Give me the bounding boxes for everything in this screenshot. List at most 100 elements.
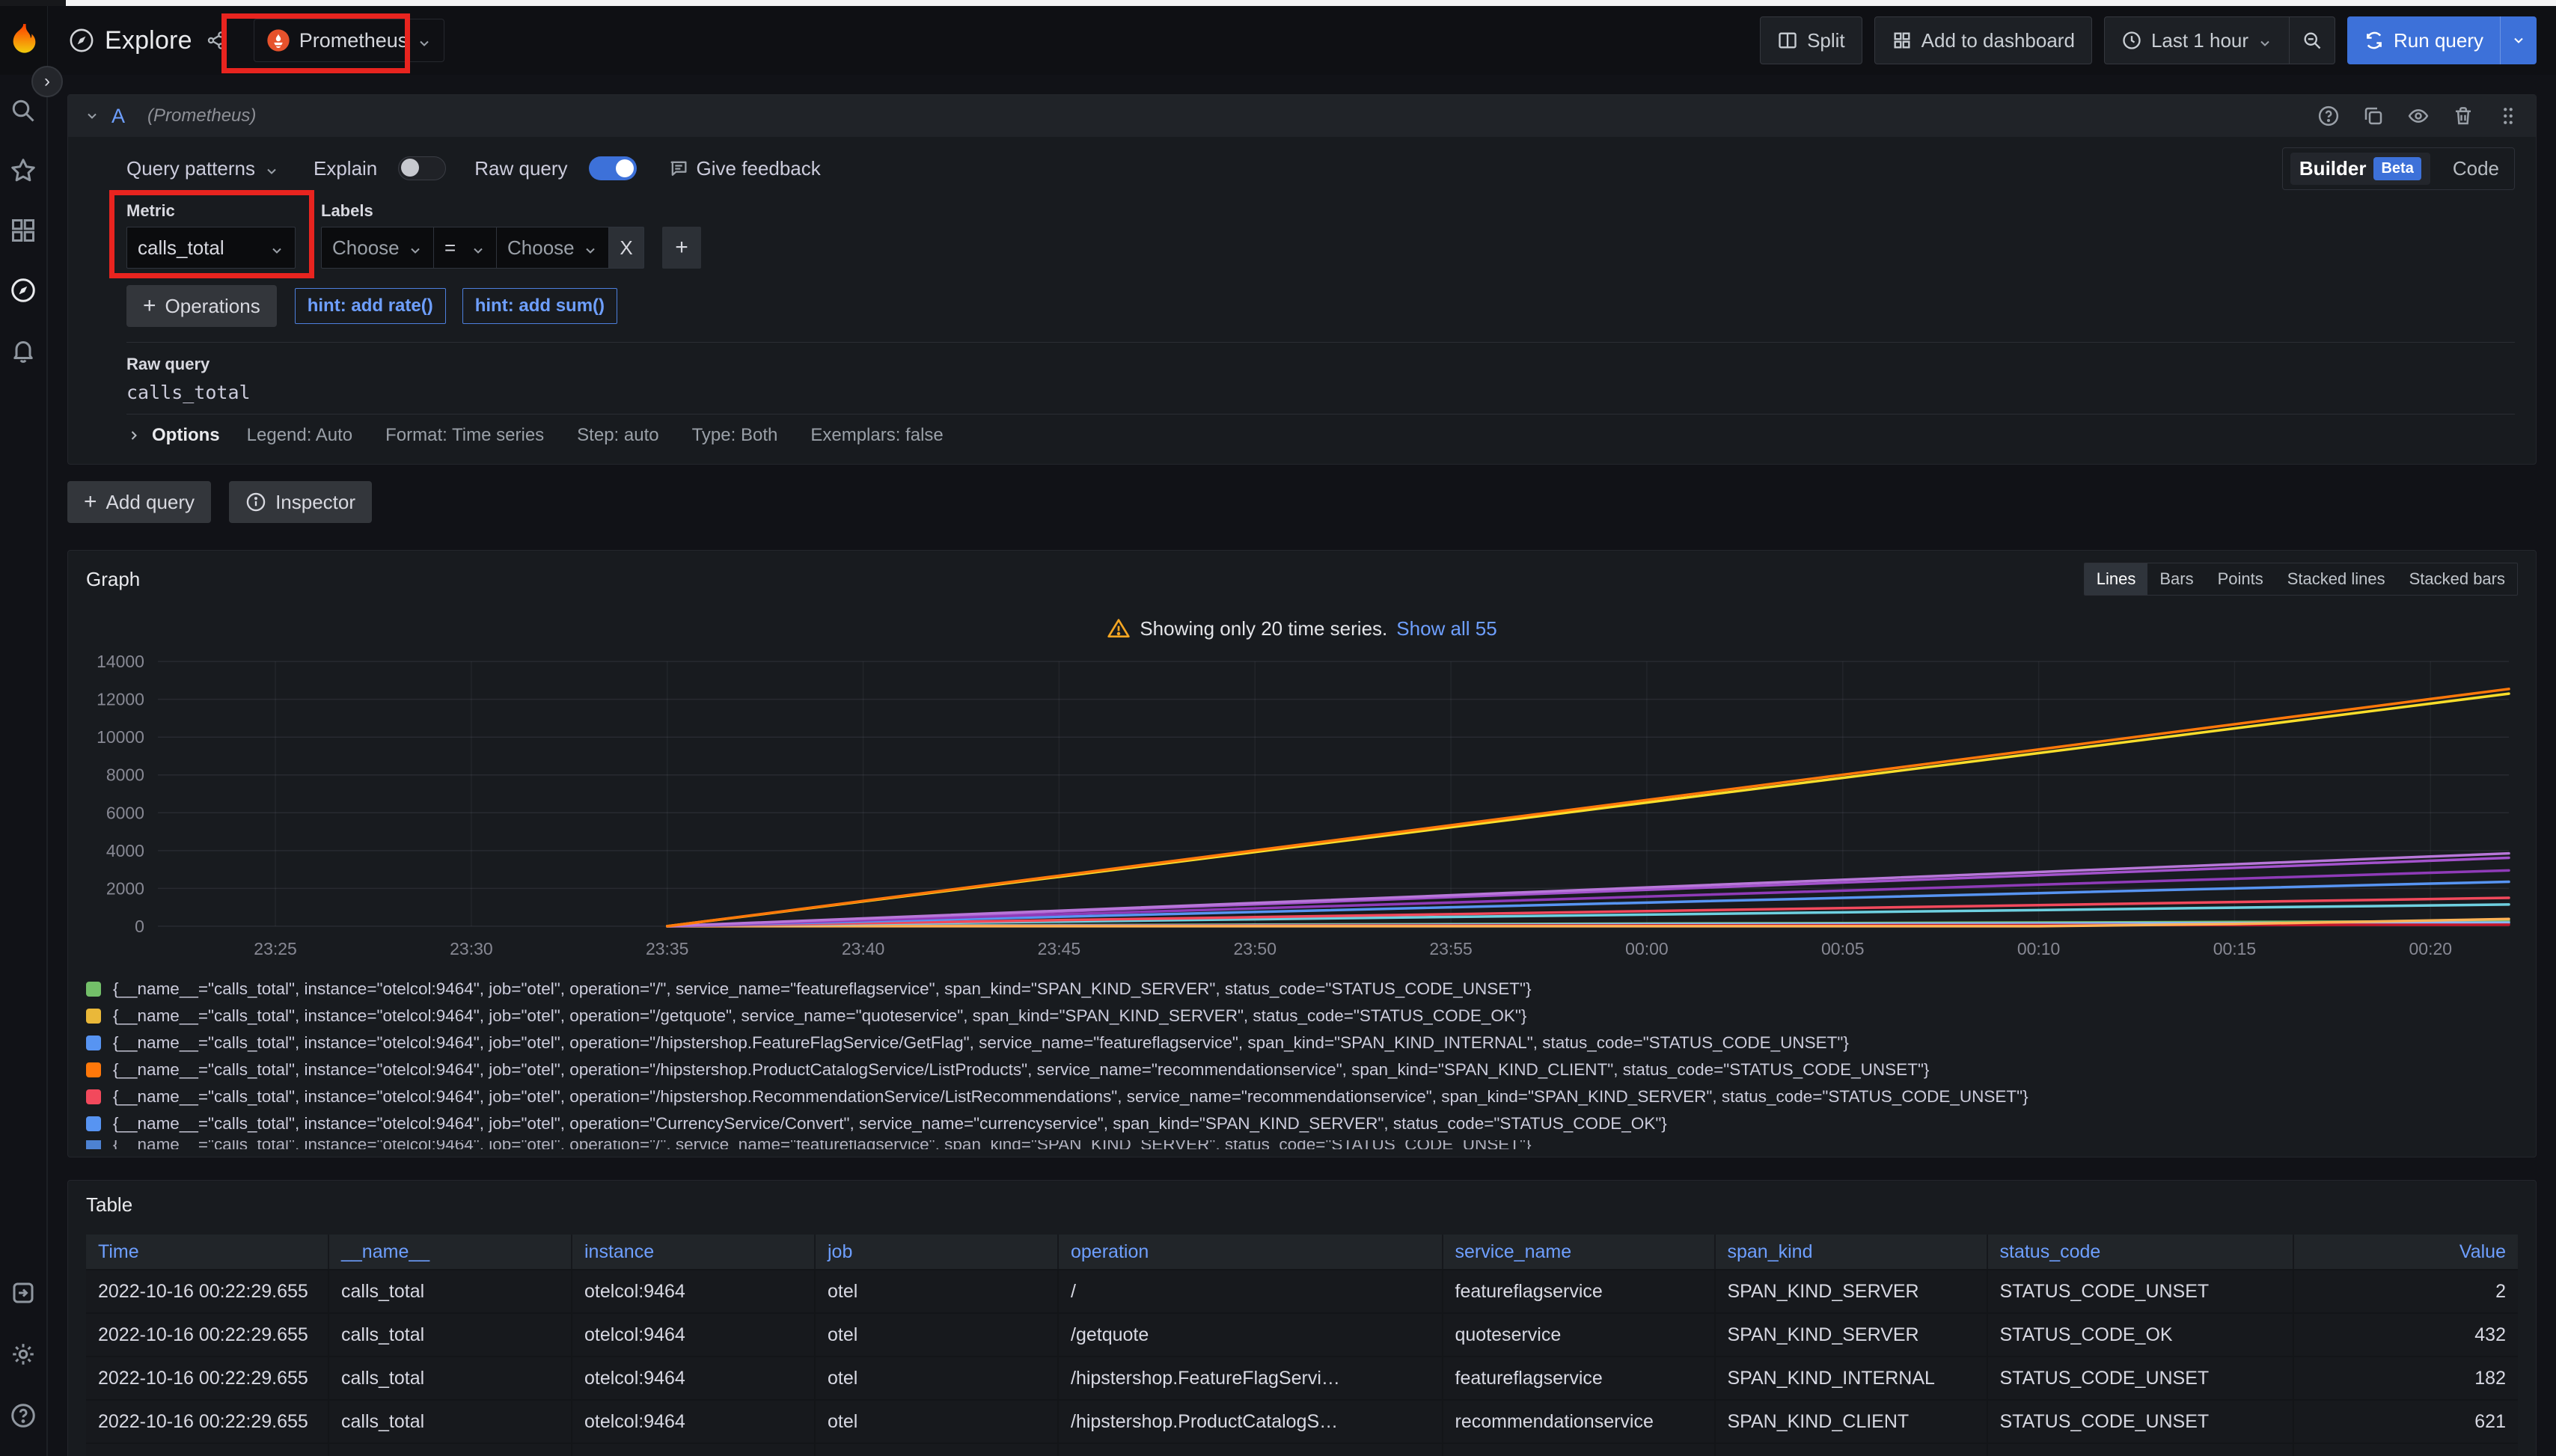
collapse-chevron-icon[interactable] [85, 108, 100, 123]
query-datasource-hint: (Prometheus) [147, 105, 256, 126]
grafana-logo[interactable] [0, 6, 47, 75]
time-series-chart[interactable]: 0200040006000800010000120001400023:2523:… [86, 651, 2518, 965]
explain-toggle[interactable] [398, 156, 446, 180]
cell-value: 621 [2294, 1443, 2518, 1456]
hide-response-eye-icon[interactable] [2407, 105, 2430, 127]
cell-instance: otelcol:9464 [572, 1269, 816, 1312]
sync-icon [2364, 30, 2385, 51]
query-option-summary: Format: Time series [385, 425, 544, 446]
svg-text:23:50: 23:50 [1233, 939, 1276, 958]
metric-select[interactable]: calls_total [126, 227, 296, 269]
dashboard-grid-icon [1892, 30, 1913, 51]
column-header-operation[interactable]: operation [1059, 1235, 1443, 1269]
legend-item-3[interactable]: {__name__="calls_total", instance="otelc… [86, 1056, 2518, 1083]
run-query-dropdown[interactable] [2500, 16, 2537, 64]
legend-item-2[interactable]: {__name__="calls_total", instance="otelc… [86, 1030, 2518, 1056]
label-value-select[interactable]: Choose [496, 227, 608, 269]
run-query-button[interactable]: Run query [2347, 16, 2537, 64]
time-range-picker[interactable]: Last 1 hour [2104, 16, 2290, 64]
label-operator-select[interactable]: = [433, 227, 496, 269]
dashboards-icon[interactable] [10, 217, 37, 244]
cell-service_name: quoteservice [1443, 1312, 1716, 1356]
sidebar-expand-button[interactable]: › [31, 66, 63, 97]
graph-mode-points[interactable]: Points [2206, 563, 2275, 595]
remove-query-trash-icon[interactable] [2452, 105, 2474, 127]
query-row-header[interactable]: A (Prometheus) [68, 95, 2536, 137]
zoom-out-icon [2302, 30, 2323, 51]
label-key-select[interactable]: Choose [321, 227, 433, 269]
explore-compass-icon[interactable] [10, 277, 37, 304]
cell-operation: / [1059, 1269, 1443, 1312]
query-ref-id: A [111, 105, 125, 128]
legend-item-1[interactable]: {__name__="calls_total", instance="otelc… [86, 1003, 2518, 1030]
graph-mode-bars[interactable]: Bars [2147, 563, 2205, 595]
query-option-summary: Step: auto [577, 425, 658, 446]
zoom-out-time-button[interactable] [2290, 16, 2335, 64]
sign-in-icon[interactable] [10, 1279, 37, 1306]
raw-query-heading: Raw query [126, 355, 2515, 374]
add-operation-button[interactable]: + Operations [126, 285, 277, 327]
cell-__name__: calls_total [329, 1356, 572, 1399]
cell-span_kind: SPAN_KIND_INTERNAL [1716, 1356, 1988, 1399]
chevron-down-icon [417, 33, 432, 48]
query-help-icon[interactable] [2317, 105, 2340, 127]
column-header-service_name[interactable]: service_name [1443, 1235, 1716, 1269]
table-row-4: 2022-10-16 00:22:29.655calls_totalotelco… [86, 1443, 2518, 1456]
graph-mode-lines[interactable]: Lines [2085, 563, 2148, 595]
give-feedback-link[interactable]: Give feedback [668, 157, 821, 180]
settings-gear-icon[interactable] [10, 1341, 37, 1368]
datasource-picker[interactable]: Prometheus [254, 19, 445, 62]
add-query-button[interactable]: + Add query [67, 481, 211, 523]
column-header-status_code[interactable]: status_code [1988, 1235, 2295, 1269]
cell-time: 2022-10-16 00:22:29.655 [86, 1356, 329, 1399]
legend-item-4[interactable]: {__name__="calls_total", instance="otelc… [86, 1083, 2518, 1110]
svg-text:00:00: 00:00 [1625, 939, 1668, 958]
svg-text:00:05: 00:05 [1821, 939, 1864, 958]
svg-text:12000: 12000 [97, 690, 144, 709]
share-icon[interactable] [206, 30, 227, 51]
add-to-dashboard-button[interactable]: Add to dashboard [1874, 16, 2092, 64]
options-collapse-toggle[interactable]: Options [152, 425, 220, 446]
builder-mode-button[interactable]: Builder Beta [2290, 153, 2430, 185]
alerting-bell-icon[interactable] [10, 337, 37, 364]
cell-span_kind: SPAN_KIND_SERVER [1716, 1269, 1988, 1312]
query-editor-panel: A (Prometheus) Query [67, 94, 2537, 465]
remove-label-filter-button[interactable]: X [608, 227, 644, 269]
query-hint-button-1[interactable]: hint: add sum() [462, 288, 617, 324]
drag-handle-icon[interactable] [2497, 105, 2519, 127]
legend-item-partial[interactable]: {__name__="calls_total", instance="otelc… [86, 1140, 2518, 1149]
help-icon[interactable] [10, 1402, 37, 1429]
starred-icon[interactable] [10, 157, 37, 184]
query-hint-button-0[interactable]: hint: add rate() [295, 288, 446, 324]
split-icon [1777, 30, 1798, 51]
query-patterns-dropdown[interactable]: Query patterns [126, 157, 285, 180]
cell-service_name: recommendationservice [1443, 1399, 1716, 1443]
show-all-series-link[interactable]: Show all 55 [1396, 617, 1496, 640]
legend-item-0[interactable]: {__name__="calls_total", instance="otelc… [86, 976, 2518, 1003]
column-header-__name__[interactable]: __name__ [329, 1235, 572, 1269]
add-label-filter-button[interactable]: + [662, 227, 701, 269]
legend-swatch [86, 1009, 101, 1024]
svg-text:23:55: 23:55 [1429, 939, 1472, 958]
table-panel-title: Table [86, 1193, 132, 1217]
legend-label: {__name__="calls_total", instance="otelc… [113, 979, 1532, 999]
column-header-job[interactable]: job [816, 1235, 1059, 1269]
table-row-3: 2022-10-16 00:22:29.655calls_totalotelco… [86, 1399, 2518, 1443]
column-header-time[interactable]: Time [86, 1235, 329, 1269]
beta-badge: Beta [2373, 157, 2421, 180]
raw-query-toggle[interactable] [589, 156, 637, 180]
duplicate-query-icon[interactable] [2362, 105, 2385, 127]
search-icon[interactable] [10, 97, 37, 124]
inspector-button[interactable]: Inspector [229, 481, 372, 523]
column-header-span_kind[interactable]: span_kind [1716, 1235, 1988, 1269]
table-row-2: 2022-10-16 00:22:29.655calls_totalotelco… [86, 1356, 2518, 1399]
column-header-instance[interactable]: instance [572, 1235, 816, 1269]
code-mode-button[interactable]: Code [2445, 157, 2507, 180]
graph-mode-stacked-lines[interactable]: Stacked lines [2275, 563, 2397, 595]
split-button[interactable]: Split [1760, 16, 1862, 64]
graph-mode-stacked-bars[interactable]: Stacked bars [2397, 563, 2517, 595]
cell-instance: otelcol:9464 [572, 1312, 816, 1356]
legend-item-5[interactable]: {__name__="calls_total", instance="otelc… [86, 1110, 2518, 1137]
column-header-value[interactable]: Value [2294, 1235, 2518, 1269]
chevron-down-icon [471, 240, 486, 255]
